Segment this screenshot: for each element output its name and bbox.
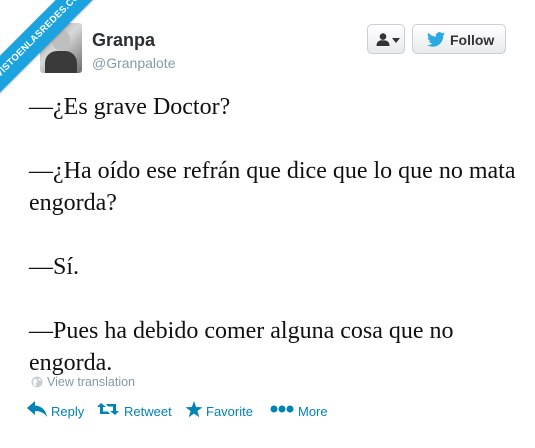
- retweet-icon: [97, 403, 119, 415]
- author-name[interactable]: Granpa: [92, 30, 155, 51]
- more-label: More: [298, 404, 328, 419]
- follow-button[interactable]: Follow: [412, 24, 506, 54]
- chevron-down-icon: [392, 38, 400, 43]
- globe-icon: [31, 376, 43, 388]
- follow-label: Follow: [450, 32, 495, 48]
- view-translation-label: View translation: [47, 375, 136, 389]
- ellipsis-icon: [270, 405, 294, 413]
- tweet-text: —¿Es grave Doctor? —¿Ha oído ese refrán …: [29, 91, 519, 379]
- reply-arrow-icon: [27, 401, 47, 417]
- tweet-line: —Sí.: [29, 254, 80, 280]
- user-actions-dropdown-button[interactable]: [367, 24, 405, 54]
- view-translation-link[interactable]: View translation: [31, 375, 135, 389]
- reply-label: Reply: [51, 404, 85, 419]
- twitter-bird-icon: [427, 32, 445, 47]
- retweet-label: Retweet: [124, 404, 172, 419]
- star-icon: [185, 401, 203, 418]
- favorite-label: Favorite: [206, 404, 253, 419]
- author-handle[interactable]: @Granpalote: [92, 55, 175, 71]
- tweet-line: —¿Ha oído ese refrán que dice que lo que…: [29, 158, 516, 216]
- tweet-line: —Pues ha debido comer alguna cosa que no…: [29, 318, 454, 376]
- person-icon: [376, 33, 390, 46]
- tweet-line: —¿Es grave Doctor?: [29, 94, 231, 120]
